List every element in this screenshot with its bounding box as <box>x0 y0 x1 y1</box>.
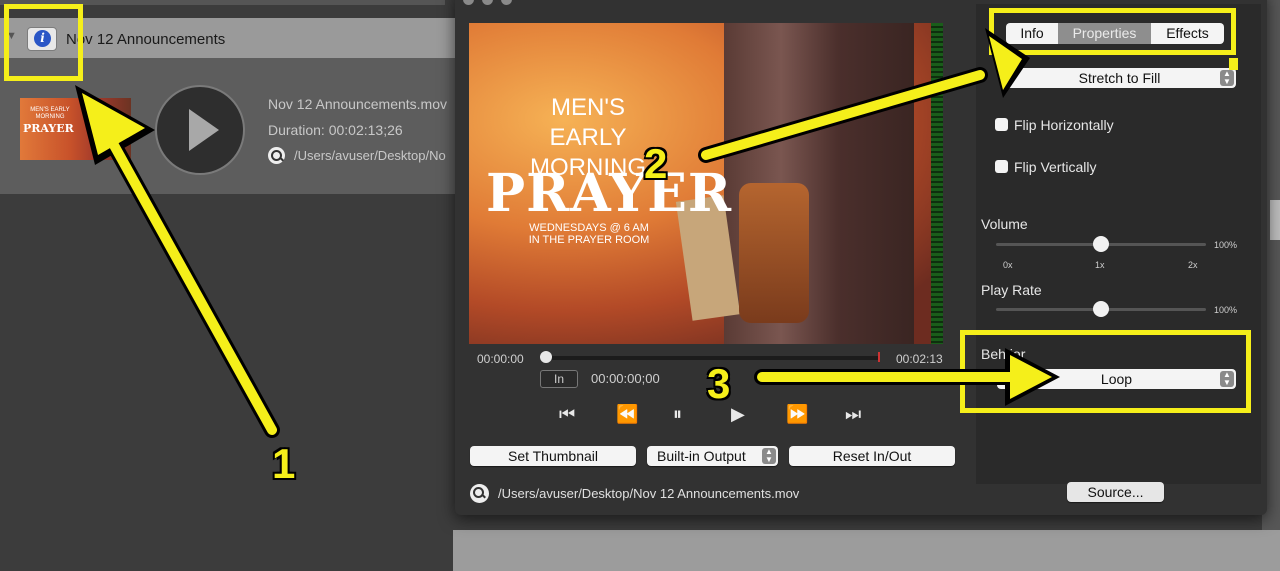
annotation-arrows <box>75 28 1060 438</box>
annotation-number-1: 1 <box>272 440 296 487</box>
annotation-number-3: 3 <box>707 360 731 407</box>
annotation-number-2: 2 <box>644 140 668 187</box>
